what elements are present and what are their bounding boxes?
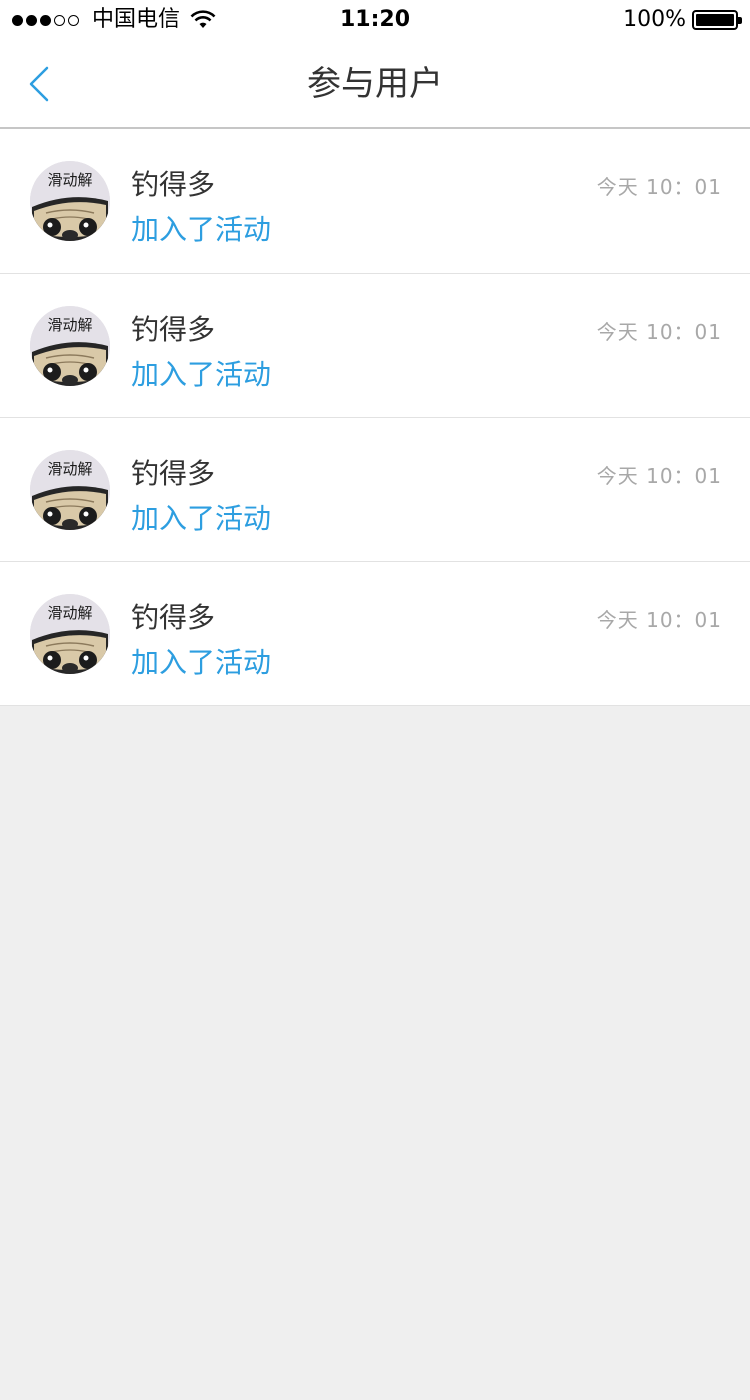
battery-fill	[696, 14, 734, 26]
participant-list: 滑动解 钓得多 加入了活动 今天 10：01 滑动解 钓得多 加入了活动 今天 …	[0, 129, 750, 706]
activity-status: 加入了活动	[131, 502, 272, 535]
battery-icon	[692, 10, 742, 30]
avatar-caption: 滑动解	[47, 171, 92, 189]
pug-avatar-image: 滑动解	[30, 161, 110, 241]
avatar-caption: 滑动解	[47, 460, 92, 478]
avatar[interactable]: 滑动解	[30, 306, 110, 386]
list-item[interactable]: 滑动解 钓得多 加入了活动 今天 10：01	[0, 562, 750, 706]
activity-status: 加入了活动	[131, 646, 272, 679]
pug-avatar-image: 滑动解	[30, 450, 110, 530]
avatar-caption: 滑动解	[47, 604, 92, 622]
avatar[interactable]: 滑动解	[30, 161, 110, 241]
user-name: 钓得多	[131, 457, 216, 490]
user-name: 钓得多	[131, 601, 216, 634]
status-bar: 中国电信 11:20 100%	[0, 0, 750, 40]
avatar[interactable]: 滑动解	[30, 450, 110, 530]
timestamp: 今天 10：01	[596, 464, 722, 488]
list-item[interactable]: 滑动解 钓得多 加入了活动 今天 10：01	[0, 129, 750, 274]
avatar-caption: 滑动解	[47, 316, 92, 334]
pug-avatar-image: 滑动解	[30, 594, 110, 674]
battery-percent: 100%	[623, 7, 686, 32]
avatar[interactable]: 滑动解	[30, 594, 110, 674]
activity-status: 加入了活动	[131, 358, 272, 391]
user-name: 钓得多	[131, 313, 216, 346]
nav-bar: 参与用户	[0, 40, 750, 129]
list-item[interactable]: 滑动解 钓得多 加入了活动 今天 10：01	[0, 274, 750, 418]
timestamp: 今天 10：01	[596, 320, 722, 344]
timestamp: 今天 10：01	[596, 608, 722, 632]
activity-status: 加入了活动	[131, 213, 272, 246]
battery-tip	[738, 17, 742, 24]
pug-avatar-image: 滑动解	[30, 306, 110, 386]
user-name: 钓得多	[131, 168, 216, 201]
status-right: 100%	[623, 6, 742, 34]
list-item[interactable]: 滑动解 钓得多 加入了活动 今天 10：01	[0, 418, 750, 562]
timestamp: 今天 10：01	[596, 175, 722, 199]
page-title: 参与用户	[307, 64, 443, 104]
screen: 中国电信 11:20 100% 参与用户 滑动解 钓得多 加入了活动 今天 10…	[0, 0, 750, 1400]
